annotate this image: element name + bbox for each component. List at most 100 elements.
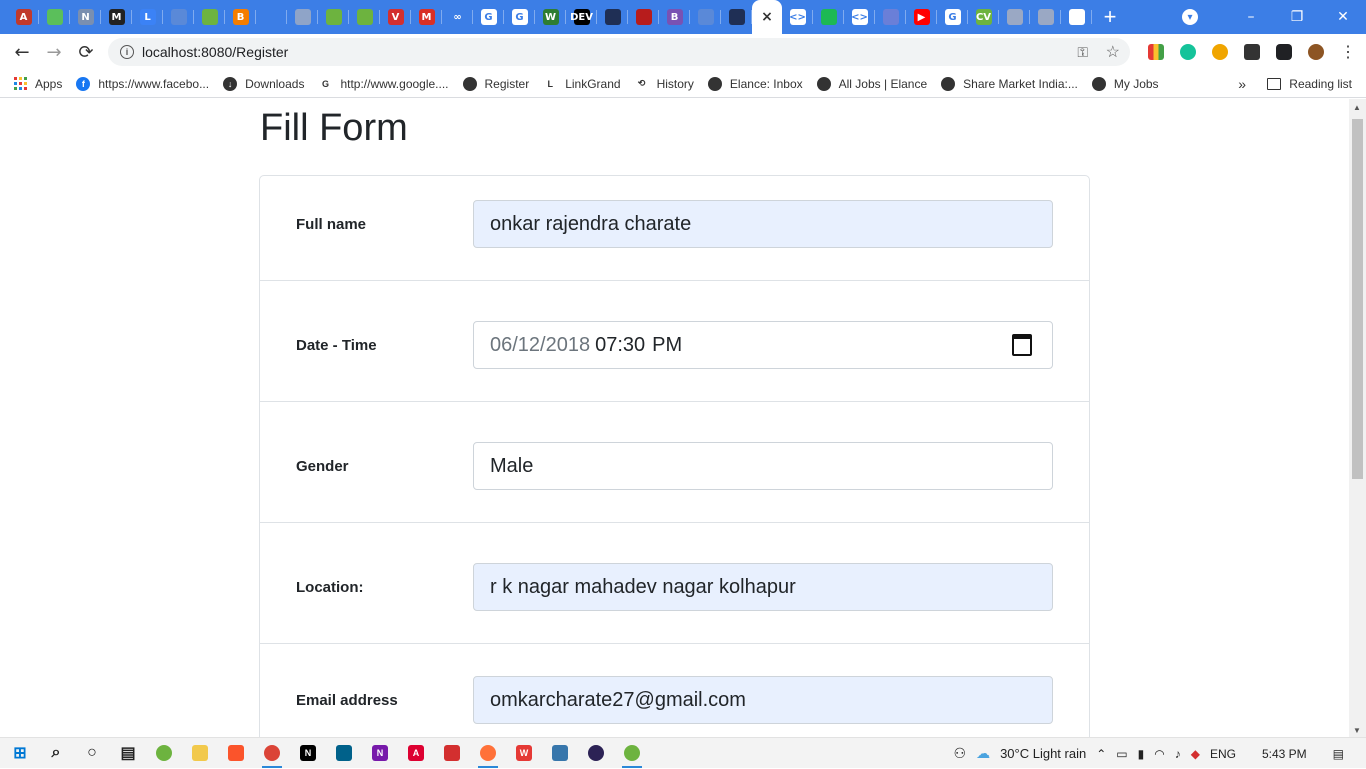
taskbar-button[interactable]	[434, 738, 470, 769]
bookmark-item[interactable]: ↓Downloads	[223, 77, 304, 91]
wifi-icon[interactable]: ◠	[1154, 747, 1164, 761]
taskbar-button[interactable]	[614, 738, 650, 769]
browser-tab[interactable]: V	[380, 0, 411, 34]
browser-tab[interactable]: B	[225, 0, 256, 34]
volume-icon[interactable]: ♪	[1175, 747, 1181, 761]
scroll-up-arrow-icon[interactable]: ▲	[1353, 103, 1361, 112]
full-name-input[interactable]: onkar rajendra charate	[473, 200, 1053, 248]
browser-tab[interactable]: M	[411, 0, 442, 34]
date-part[interactable]: 06/12/2018	[490, 334, 590, 357]
browser-tab[interactable]: G	[473, 0, 504, 34]
people-icon[interactable]: ⚇	[954, 745, 967, 762]
site-info-icon[interactable]: i	[120, 45, 134, 59]
browser-tab[interactable]: DEV	[566, 0, 597, 34]
reload-icon[interactable]: ⟳	[70, 36, 102, 68]
weather-cloud-icon[interactable]: ☁	[976, 745, 990, 762]
browser-tab[interactable]: A	[8, 0, 39, 34]
grammarly-extension-icon[interactable]	[1172, 44, 1204, 60]
more-bookmarks-chevron-icon[interactable]: »	[1238, 76, 1246, 92]
browser-tab[interactable]	[39, 0, 70, 34]
bookmark-star-icon[interactable]: ☆	[1106, 42, 1120, 62]
url-text[interactable]: localhost:8080/Register	[142, 44, 288, 60]
color-palette-extension-icon[interactable]	[1140, 44, 1172, 60]
browser-tab[interactable]: L	[132, 0, 163, 34]
back-arrow-icon[interactable]: ←	[6, 36, 38, 68]
taskbar-button[interactable]	[182, 738, 218, 769]
bookmark-item[interactable]: All Jobs | Elance	[817, 77, 928, 91]
browser-tab[interactable]	[690, 0, 721, 34]
apps-shortcut[interactable]: Apps	[14, 77, 62, 91]
menu-dots-icon[interactable]: ⋮	[1332, 42, 1364, 62]
tab-search-chevron-icon[interactable]: ▾	[1182, 9, 1198, 25]
taskbar-button[interactable]: ○	[74, 738, 110, 769]
reader-extension-icon[interactable]	[1204, 44, 1236, 60]
bookmark-item[interactable]: LLinkGrand	[543, 77, 620, 91]
close-icon[interactable]: ×	[759, 9, 775, 25]
browser-tab[interactable]: G	[937, 0, 968, 34]
taskbar-button[interactable]: N	[290, 738, 326, 769]
browser-tab[interactable]: G	[504, 0, 535, 34]
taskbar-button[interactable]	[542, 738, 578, 769]
new-tab-button[interactable]: +	[1092, 0, 1128, 34]
scrollbar-thumb[interactable]	[1352, 119, 1363, 479]
reading-list-button[interactable]: Reading list	[1267, 77, 1352, 91]
bookmark-item[interactable]: My Jobs	[1092, 77, 1159, 91]
browser-tab[interactable]: ∞	[442, 0, 473, 34]
scroll-down-arrow-icon[interactable]: ▼	[1353, 726, 1361, 735]
taskbar-button[interactable]	[326, 738, 362, 769]
browser-tab[interactable]	[194, 0, 225, 34]
taskbar-button[interactable]: N	[362, 738, 398, 769]
taskbar-button[interactable]	[146, 738, 182, 769]
display-icon[interactable]: ▭	[1116, 747, 1127, 761]
antivirus-icon[interactable]: ◆	[1191, 747, 1200, 761]
browser-tab[interactable]	[318, 0, 349, 34]
taskbar-button[interactable]	[578, 738, 614, 769]
gender-input[interactable]: Male	[473, 442, 1053, 490]
taskbar-button[interactable]	[218, 738, 254, 769]
browser-tab[interactable]	[875, 0, 906, 34]
puzzle-extensions-icon[interactable]	[1268, 44, 1300, 60]
location-input[interactable]: r k nagar mahadev nagar kolhapur	[473, 563, 1053, 611]
browser-tab[interactable]: B	[659, 0, 690, 34]
bookmark-item[interactable]: Elance: Inbox	[708, 77, 803, 91]
tray-chevron-up-icon[interactable]: ⌃	[1096, 747, 1106, 761]
ampm-part[interactable]: PM	[652, 334, 682, 357]
language-indicator[interactable]: ENG	[1210, 747, 1236, 761]
notification-icon[interactable]: ▤	[1333, 747, 1344, 761]
browser-tab[interactable]: N	[70, 0, 101, 34]
browser-tab[interactable]: M	[101, 0, 132, 34]
browser-tab[interactable]	[721, 0, 752, 34]
bookmark-item[interactable]: Register	[463, 77, 530, 91]
email-input[interactable]: omkarcharate27@gmail.com	[473, 676, 1053, 724]
taskbar-button[interactable]: ⊞	[2, 738, 38, 769]
address-bar[interactable]: i localhost:8080/Register ⚿ ☆	[108, 38, 1130, 66]
minimize-button[interactable]: –	[1228, 0, 1274, 34]
browser-tab[interactable]	[287, 0, 318, 34]
browser-tab[interactable]	[349, 0, 380, 34]
browser-tab[interactable]	[163, 0, 194, 34]
taskbar-button[interactable]: A	[398, 738, 434, 769]
browser-tab[interactable]	[628, 0, 659, 34]
datetime-input[interactable]: 06/12/2018 07:30 PM	[473, 321, 1053, 369]
taskbar-button[interactable]: ⌕	[38, 738, 74, 769]
calendar-icon[interactable]	[1012, 334, 1032, 356]
bookmark-item[interactable]: Ghttp://www.google....	[318, 77, 448, 91]
active-tab[interactable]: ×	[752, 0, 782, 34]
bookmark-item[interactable]: ⟲History	[635, 77, 694, 91]
browser-tab[interactable]	[597, 0, 628, 34]
taskbar-button[interactable]: ▤	[110, 738, 146, 769]
close-window-button[interactable]: ✕	[1320, 0, 1366, 34]
browser-tab[interactable]: <>	[844, 0, 875, 34]
clock[interactable]: 5:43 PM	[1262, 747, 1307, 761]
browser-tab[interactable]	[999, 0, 1030, 34]
profile-avatar[interactable]	[1300, 44, 1332, 60]
key-icon[interactable]: ⚿	[1077, 44, 1088, 61]
taskbar-button[interactable]	[254, 738, 290, 769]
browser-tab[interactable]: W	[535, 0, 566, 34]
browser-tab[interactable]: CV	[968, 0, 999, 34]
tools-extension-icon[interactable]	[1236, 44, 1268, 60]
restore-button[interactable]: ❐	[1274, 0, 1320, 34]
browser-tab[interactable]: <>	[782, 0, 813, 34]
browser-tab[interactable]	[256, 0, 287, 34]
browser-tab[interactable]: ▶	[906, 0, 937, 34]
